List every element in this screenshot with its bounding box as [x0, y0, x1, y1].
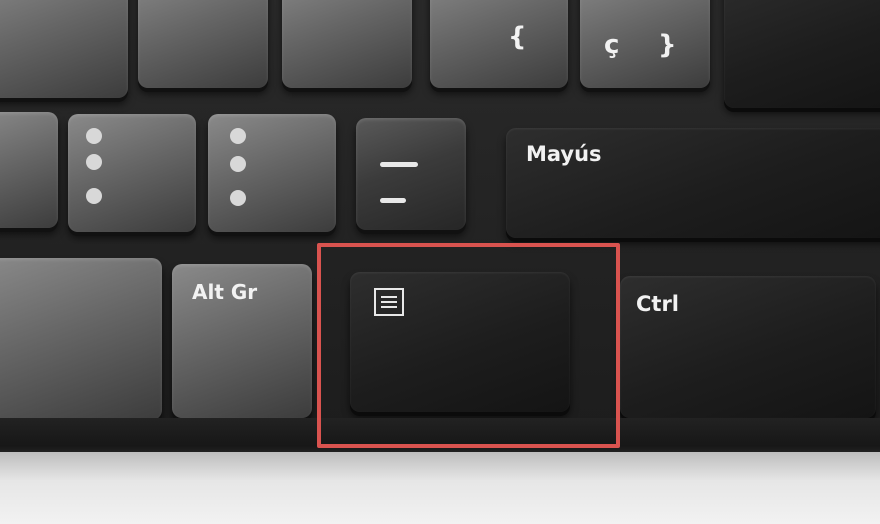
ctrl-label: Ctrl: [636, 292, 680, 316]
dot-icon: [86, 154, 102, 170]
dot-icon: [86, 128, 102, 144]
dot-icon: [230, 128, 246, 144]
c-cedilla-label: ç: [604, 30, 620, 60]
key-top-brace[interactable]: {: [430, 0, 568, 88]
keyboard-photo: { ç } Mayús Alt Gr Ctrl: [0, 0, 880, 524]
key-space-left[interactable]: [0, 258, 162, 420]
key-c-cedilla[interactable]: ç }: [580, 0, 710, 88]
key-top-right[interactable]: [724, 0, 880, 108]
close-brace-label: }: [658, 30, 677, 60]
shift-label: Mayús: [526, 142, 602, 166]
key-mid-dots-2[interactable]: [208, 114, 336, 232]
key-mid-1[interactable]: [0, 112, 58, 228]
key-shift[interactable]: Mayús: [506, 128, 880, 238]
key-ctrl[interactable]: Ctrl: [620, 276, 876, 418]
key-mid-dots-1[interactable]: [68, 114, 196, 232]
dot-icon: [230, 156, 246, 172]
key-top-3[interactable]: [282, 0, 412, 88]
highlight-box: [317, 243, 620, 448]
alt-gr-label: Alt Gr: [192, 280, 258, 304]
desk-surface: [0, 452, 880, 524]
key-top-1[interactable]: [0, 0, 128, 98]
key-dash[interactable]: [356, 118, 466, 230]
dash-icon: [380, 162, 418, 167]
dot-icon: [86, 188, 102, 204]
dot-icon: [230, 190, 246, 206]
dash-icon: [380, 198, 406, 203]
key-alt-gr[interactable]: Alt Gr: [172, 264, 312, 418]
open-brace-label: {: [508, 22, 527, 52]
key-top-2[interactable]: [138, 0, 268, 88]
